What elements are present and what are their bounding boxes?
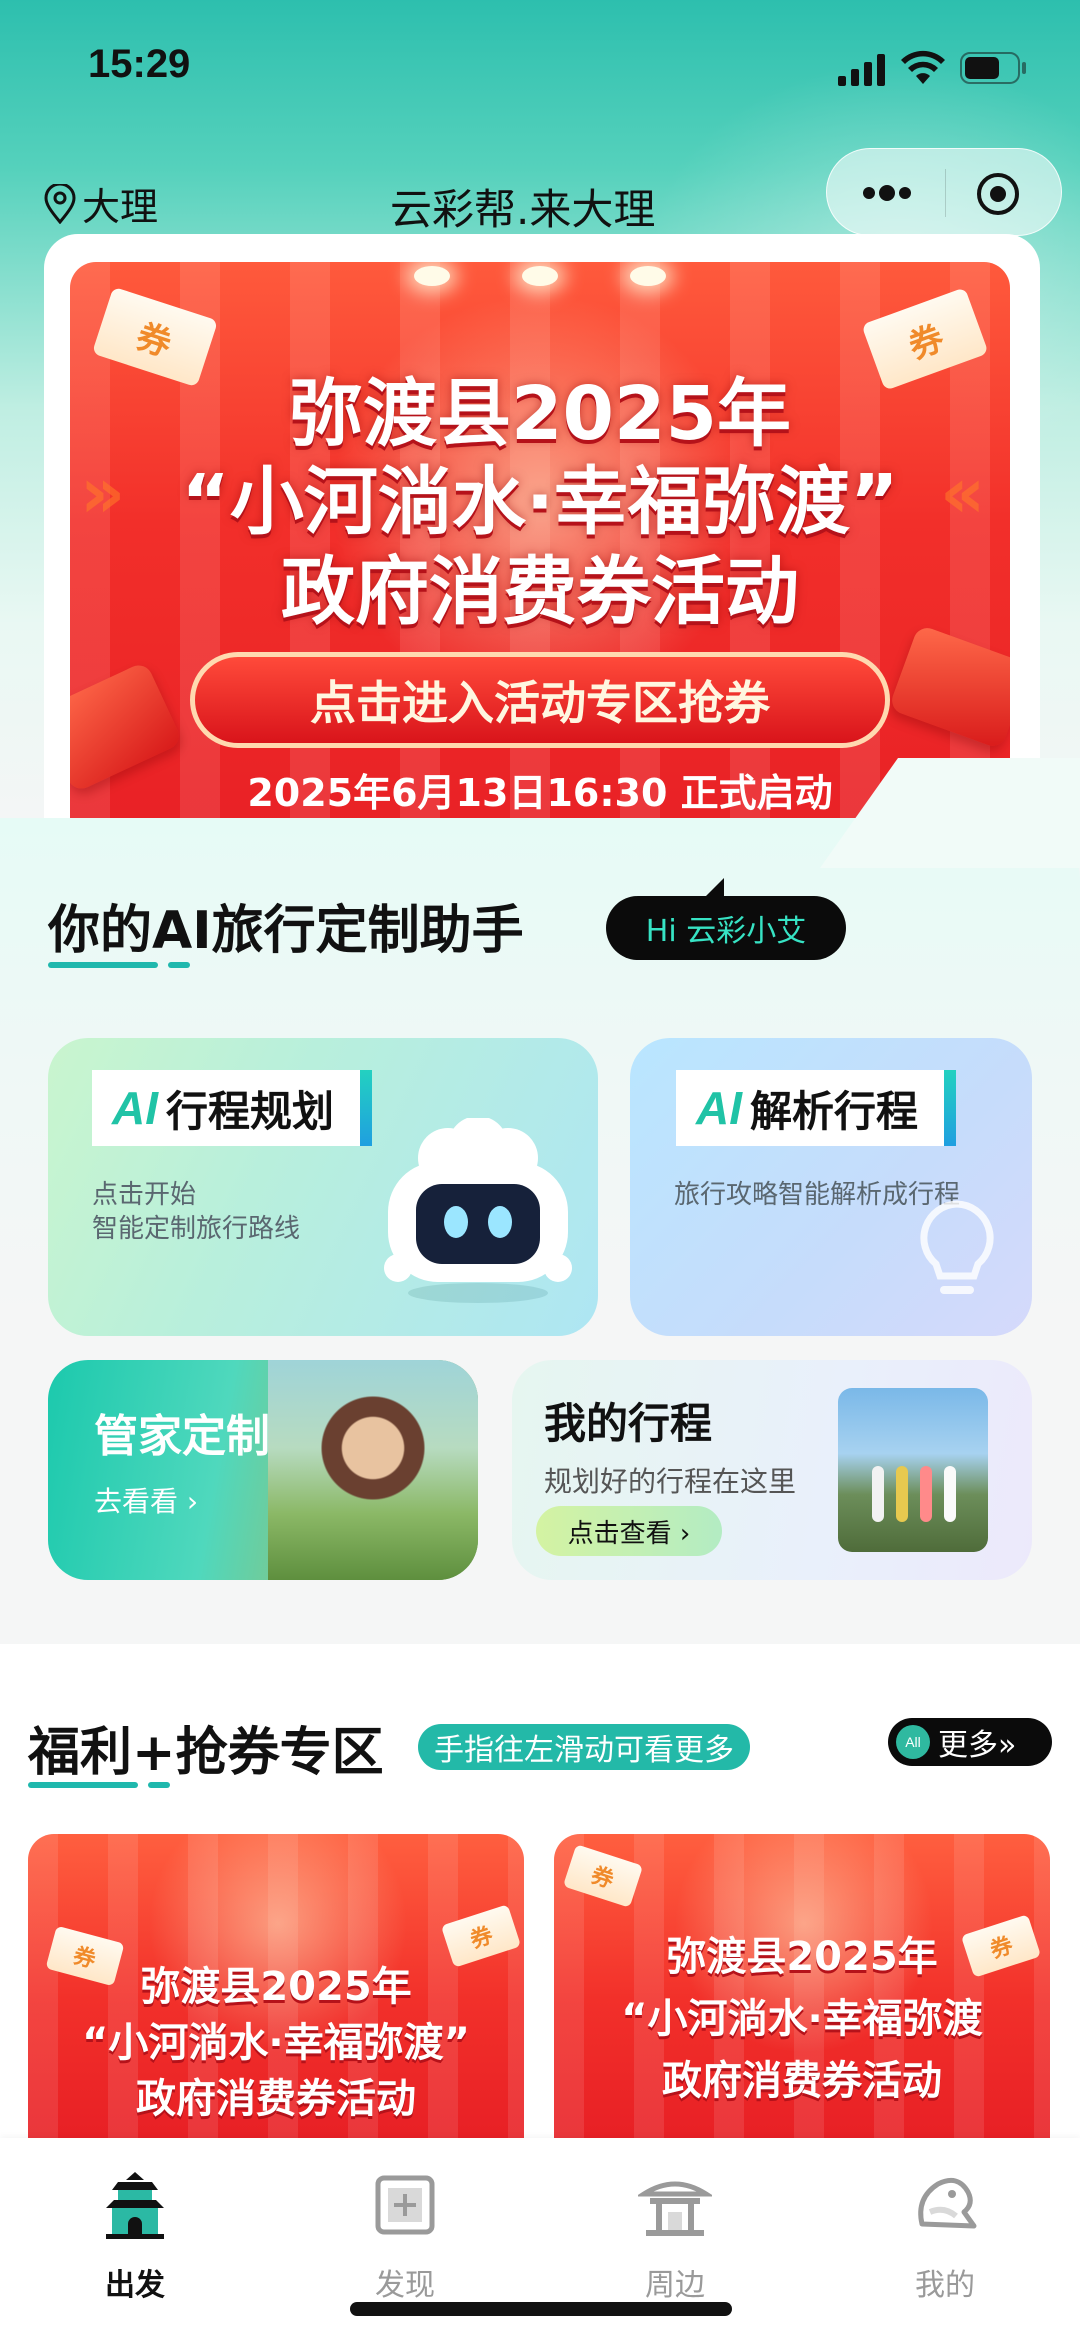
card-subtitle: 规划好的行程在这里 xyxy=(544,1465,797,1498)
promo-line2: “小河淌水·幸福弥渡 xyxy=(621,1996,983,2042)
tab-label: 发现 xyxy=(375,2268,435,2303)
card-subtitle: 点击开始 xyxy=(92,1180,197,1210)
go-see-link[interactable]: 去看看 › xyxy=(94,1480,198,1520)
person-figure xyxy=(944,1466,956,1522)
more-icon[interactable] xyxy=(857,171,917,215)
butler-customization-card[interactable]: 管家定制 去看看 › xyxy=(48,1360,478,1580)
tab-depart[interactable]: 出发 xyxy=(60,2168,210,2304)
tag-accent-bar xyxy=(944,1070,957,1146)
profile-bird-icon xyxy=(918,2177,977,2229)
stage-light xyxy=(522,266,558,286)
page-title: 云彩帮.来大理 xyxy=(390,185,656,234)
lightbulb-icon xyxy=(920,1200,994,1294)
home-indicator[interactable] xyxy=(350,2302,732,2316)
more-button[interactable]: All 更多» xyxy=(888,1718,1052,1766)
wifi-icon xyxy=(901,50,945,84)
person-figure xyxy=(872,1466,884,1522)
battery-icon xyxy=(960,52,1026,84)
status-time: 15:29 xyxy=(88,42,191,86)
pavilion-icon xyxy=(638,2181,712,2236)
capsule-divider xyxy=(945,169,946,217)
all-badge-icon: All xyxy=(896,1725,930,1759)
card-label: 行程规划 xyxy=(166,1086,335,1136)
promo-card[interactable]: 券 券 弥渡县2025年 “小河淌水·幸福弥渡” 政府消费券活动 xyxy=(28,1834,524,2164)
tab-label: 我的 xyxy=(915,2268,975,2303)
cellular-signal-icon xyxy=(838,54,885,86)
ai-badge: AI xyxy=(112,1082,158,1134)
ai-greeting-bubble[interactable]: Hi 云彩小艾 xyxy=(606,878,846,960)
status-bar: 15:29 xyxy=(0,0,1080,130)
tab-label: 出发 xyxy=(105,2268,165,2303)
enter-activity-button[interactable]: 点击进入活动专区抢券 xyxy=(190,652,890,748)
promo-line1: 弥渡县2025年 xyxy=(666,1934,938,1980)
tab-label: 周边 xyxy=(645,2268,705,2303)
title-underline xyxy=(48,962,158,968)
my-trips-card[interactable]: 我的行程 规划好的行程在这里 点击查看 › xyxy=(512,1360,1032,1580)
promo-line2: “小河淌水·幸福弥渡” xyxy=(82,2020,470,2066)
card-label: 解析行程 xyxy=(750,1086,919,1136)
ai-itinerary-planning-card[interactable]: AI 行程规划 点击开始 智能定制旅行路线 xyxy=(48,1038,598,1336)
promo-line3: 政府消费券活动 xyxy=(662,2058,942,2104)
traveler-photo xyxy=(268,1360,478,1580)
more-label: 更多» xyxy=(938,1728,1017,1763)
ai-itinerary-parsing-card[interactable]: AI 解析行程 旅行攻略智能解析成行程 xyxy=(630,1038,1032,1336)
swipe-hint-badge: 手指往左滑动可看更多 xyxy=(418,1724,750,1770)
person-figure xyxy=(896,1466,908,1522)
tab-mine[interactable]: 我的 xyxy=(870,2168,1020,2304)
person-figure xyxy=(920,1466,932,1522)
ai-section-title: 你的AI旅行定制助手 xyxy=(48,901,524,961)
title-underline-dot xyxy=(168,962,190,968)
card-subtitle: 智能定制旅行路线 xyxy=(92,1214,301,1244)
card-tag: AI 解析行程 xyxy=(676,1070,957,1146)
miniapp-capsule xyxy=(826,148,1062,236)
tab-discover[interactable]: 发现 xyxy=(330,2168,480,2304)
cloud-robot-icon xyxy=(384,1118,572,1303)
ai-badge: AI xyxy=(696,1082,742,1134)
promo-card[interactable]: 券 券 弥渡县2025年 “小河淌水·幸福弥渡 政府消费券活动 xyxy=(554,1834,1050,2164)
tab-nearby[interactable]: 周边 xyxy=(600,2168,750,2304)
view-trips-button[interactable]: 点击查看 › xyxy=(536,1506,722,1556)
card-title: 我的行程 xyxy=(544,1399,713,1448)
group-travel-photo xyxy=(838,1388,988,1552)
title-underline xyxy=(28,1782,138,1788)
close-miniapp-icon[interactable] xyxy=(975,171,1021,217)
location-label: 大理 xyxy=(82,185,159,229)
banner-title-line3: 政府消费券活动 xyxy=(281,549,799,635)
promo-line1: 弥渡县2025年 xyxy=(140,1964,412,2010)
stage-light xyxy=(414,266,450,286)
location-selector[interactable]: 大理 xyxy=(42,176,158,231)
map-frame-icon xyxy=(375,2175,435,2235)
tag-accent-bar xyxy=(360,1070,373,1146)
stage-light xyxy=(630,266,666,286)
gate-tower-icon xyxy=(106,2172,164,2239)
card-tag: AI 行程规划 xyxy=(92,1070,373,1146)
card-title: 管家定制 xyxy=(94,1411,270,1462)
location-pin-icon xyxy=(44,183,76,224)
promo-line3: 政府消费券活动 xyxy=(136,2076,416,2122)
benefits-title: 福利+抢券专区 xyxy=(28,1723,384,1783)
title-underline-dot xyxy=(148,1782,170,1788)
